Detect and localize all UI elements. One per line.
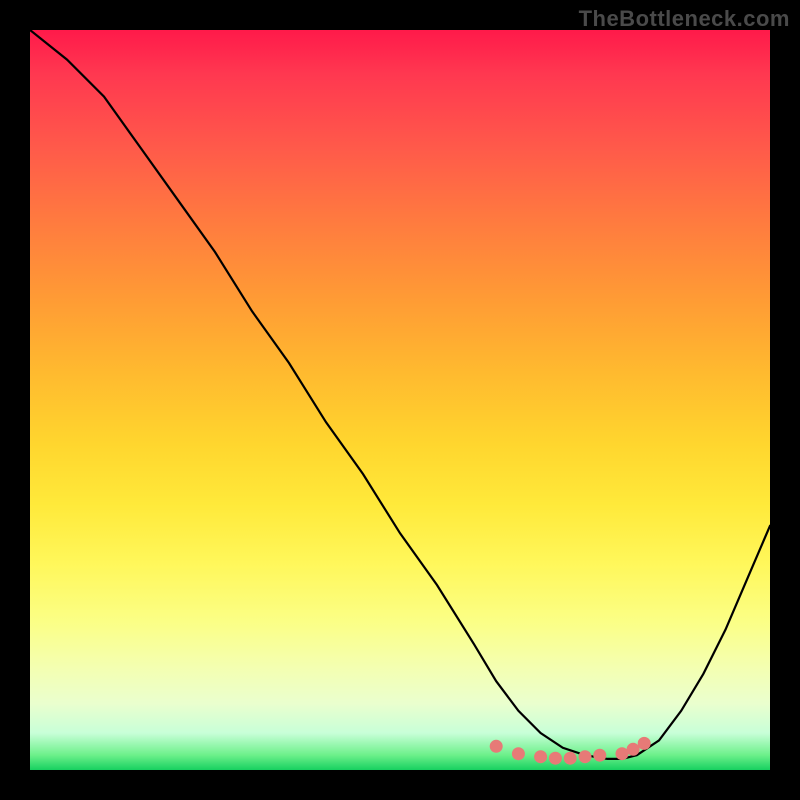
data-marker xyxy=(579,750,592,763)
data-marker xyxy=(549,752,562,765)
data-marker xyxy=(490,740,503,753)
data-marker xyxy=(512,747,525,760)
data-marker xyxy=(616,747,629,760)
watermark-text: TheBottleneck.com xyxy=(579,6,790,32)
data-marker xyxy=(627,743,640,756)
data-marker xyxy=(638,737,651,750)
chart-container: TheBottleneck.com xyxy=(0,0,800,800)
plot-area xyxy=(30,30,770,770)
data-marker xyxy=(564,752,577,765)
data-marker xyxy=(534,750,547,763)
bottleneck-curve xyxy=(30,30,770,759)
curve-svg xyxy=(30,30,770,770)
data-marker xyxy=(593,749,606,762)
